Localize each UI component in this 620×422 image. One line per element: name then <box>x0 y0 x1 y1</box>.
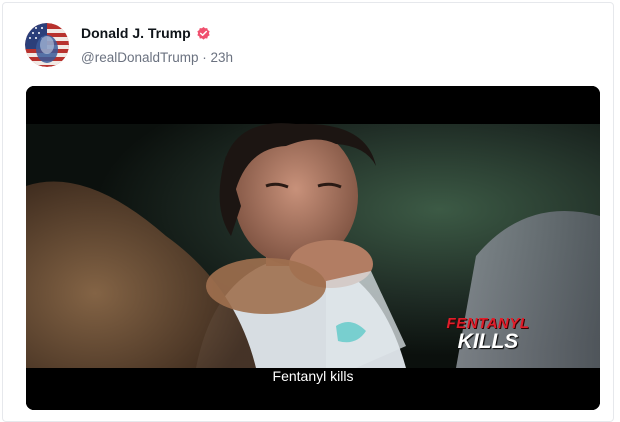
overlay-line-2: KILLS <box>457 330 519 353</box>
author-handle[interactable]: @realDonaldTrump <box>81 50 199 65</box>
fentanyl-kills-overlay: FENTANYL KILLS <box>428 315 548 354</box>
author-name[interactable]: Donald J. Trump <box>81 25 211 41</box>
post-timestamp[interactable]: 23h <box>211 50 234 65</box>
video-caption: Fentanyl kills <box>272 368 354 384</box>
author-name-text[interactable]: Donald J. Trump <box>81 25 191 41</box>
post-card[interactable]: Donald J. Trump @realDonaldTrump · 23h F… <box>2 2 614 422</box>
video-frame <box>26 86 600 410</box>
post-meta: @realDonaldTrump · 23h <box>81 50 233 65</box>
video-player[interactable]: FENTANYL KILLS Fentanyl kills <box>26 86 600 410</box>
avatar[interactable] <box>25 23 69 67</box>
verified-badge-icon <box>197 26 210 40</box>
meta-separator: · <box>198 50 211 65</box>
